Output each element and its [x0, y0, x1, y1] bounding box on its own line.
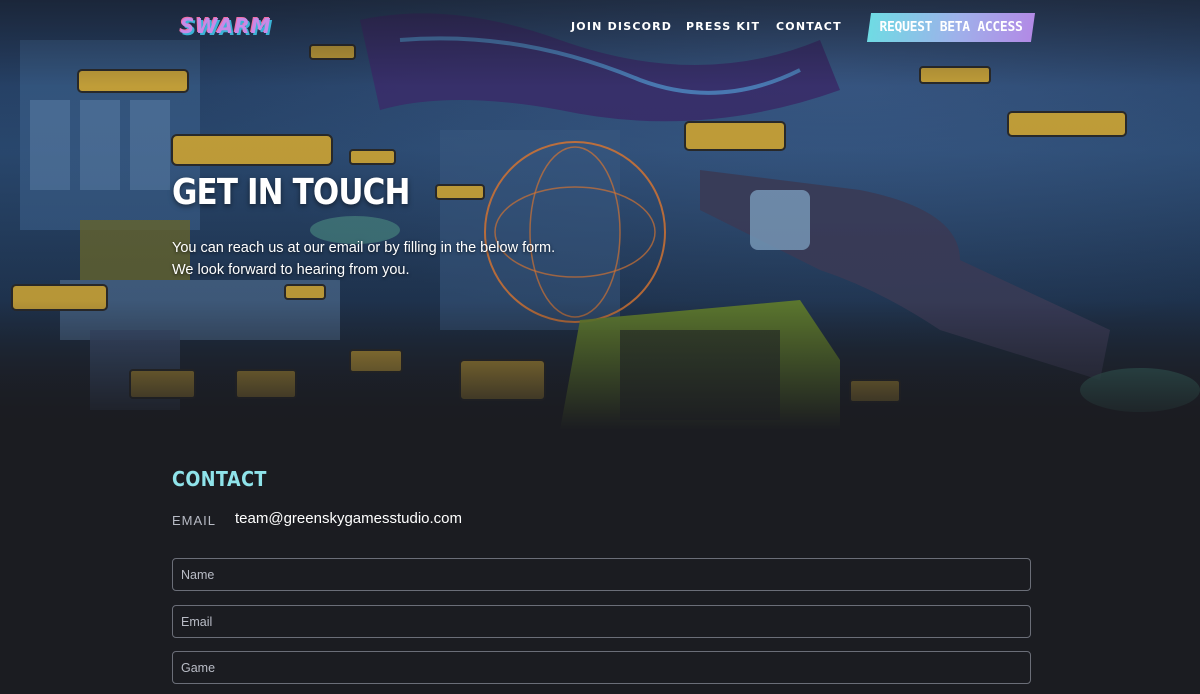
contact-heading: CONTACT: [172, 467, 267, 491]
top-nav: SWARM JOIN DISCORD PRESS KIT CONTACT REQ…: [0, 0, 1200, 54]
request-beta-access-button[interactable]: REQUEST BETA ACCESS: [866, 13, 1036, 42]
nav-link-press-kit[interactable]: PRESS KIT: [686, 20, 760, 33]
game-field[interactable]: [172, 651, 1031, 684]
hero-description-line: You can reach us at our email or by fill…: [172, 240, 556, 256]
hero-shade-overlay: [0, 0, 1200, 430]
email-field[interactable]: [172, 605, 1031, 638]
nav-link-join-discord[interactable]: JOIN DISCORD: [571, 20, 672, 33]
page-title: GET IN TOUCH: [172, 172, 410, 213]
hero-section: [0, 0, 1200, 430]
email-address-link[interactable]: team@greenskygamesstudio.com: [235, 510, 462, 527]
brand-logo[interactable]: SWARM: [180, 14, 272, 38]
hero-description-line: We look forward to hearing from you.: [172, 262, 410, 278]
request-beta-access-label: REQUEST BETA ACCESS: [879, 20, 1023, 35]
email-label: EMAIL: [172, 513, 217, 528]
nav-link-contact[interactable]: CONTACT: [776, 20, 842, 33]
name-field[interactable]: [172, 558, 1031, 591]
